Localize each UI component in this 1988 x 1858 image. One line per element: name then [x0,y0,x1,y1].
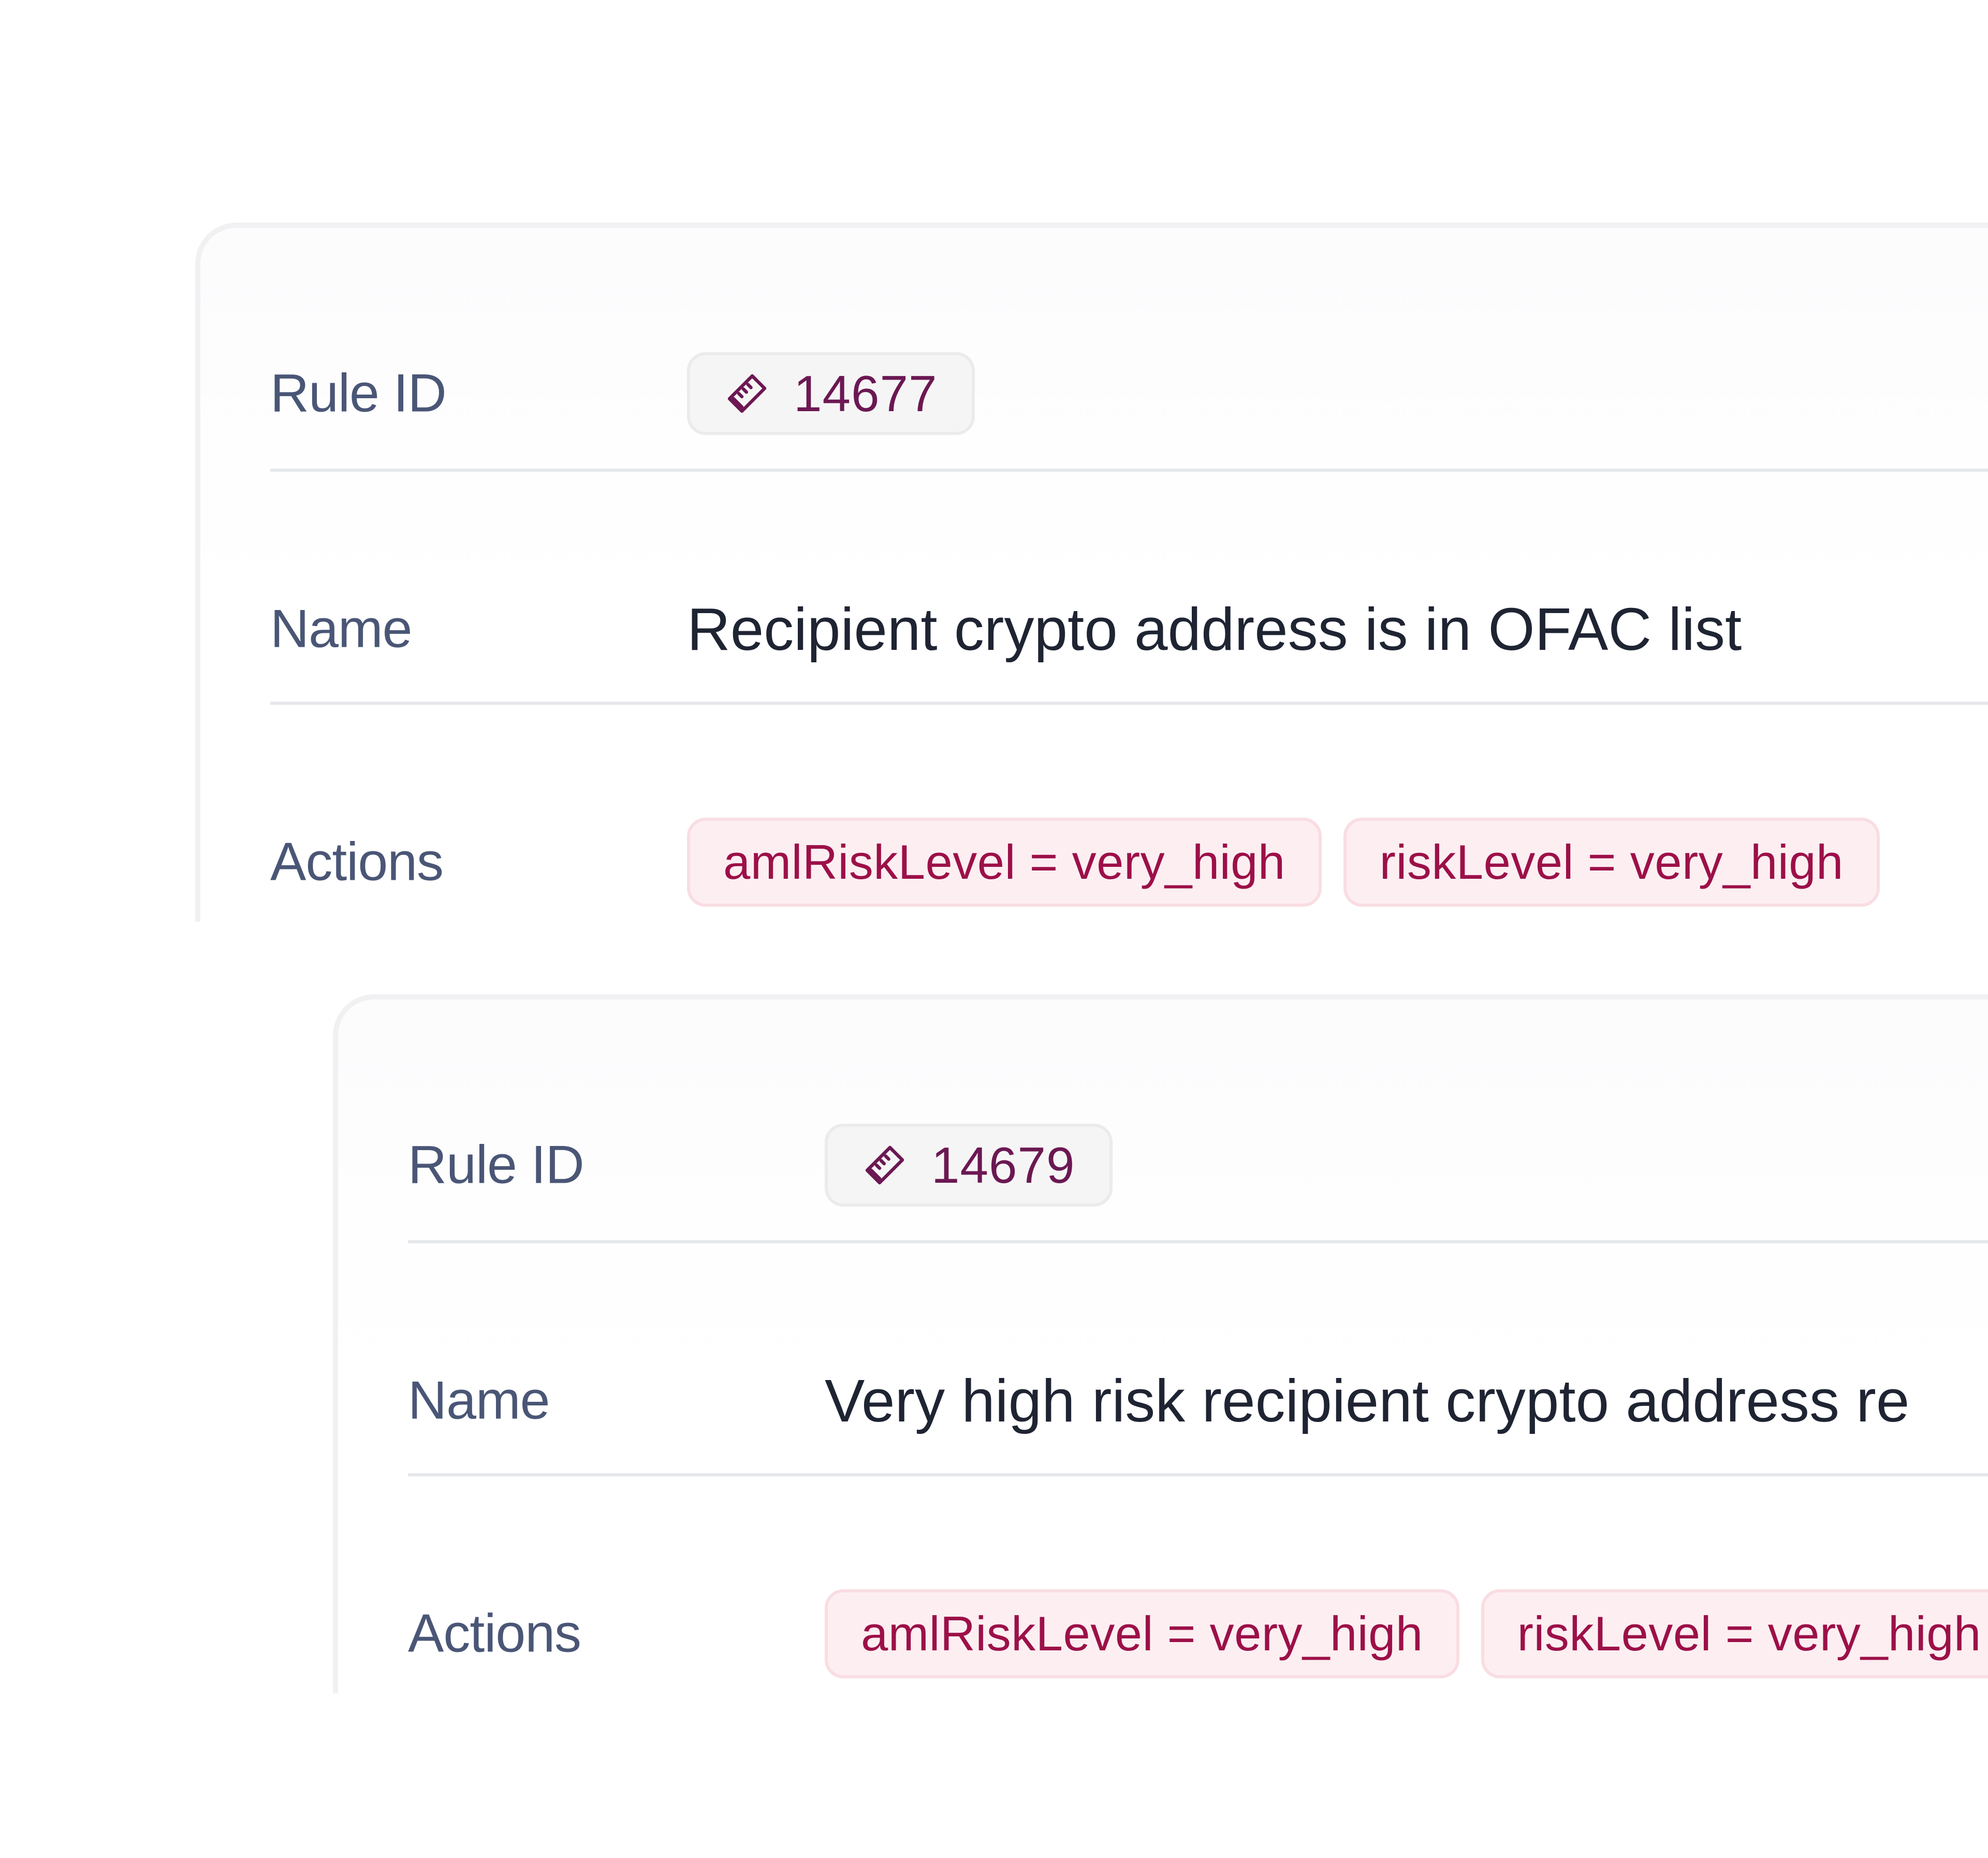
rule-actions-label: Actions [408,1603,581,1664]
rule-id-value: 14679 [825,1124,1113,1207]
rule-card: Rule ID 14677 Name Recipient crypto addr… [195,223,1988,922]
rule-id-value: 14677 [687,352,975,435]
rule-id-text: 14679 [931,1136,1075,1194]
action-chip-aml-risk-level[interactable]: amlRiskLevel = very_high [825,1589,1459,1678]
rule-actions-list: amlRiskLevel = very_high riskLevel = very… [687,818,1902,907]
rule-id-chip[interactable]: 14679 [825,1124,1113,1207]
rule-card: Rule ID 14679 Name Very high risk recipi… [333,994,1988,1693]
ticket-icon [865,1145,904,1185]
rule-name-row: Name Recipient crypto address is in OFAC… [270,541,1988,717]
rule-name-value: Very high risk recipient crypto address … [825,1367,1910,1434]
rule-name-label: Name [408,1370,550,1431]
divider [270,702,1988,705]
action-chip-risk-level[interactable]: riskLevel = very_high [1481,1589,1988,1678]
rule-name-row: Name Very high risk recipient crypto add… [408,1313,1988,1489]
divider [408,1240,1988,1243]
rule-id-label: Rule ID [408,1135,584,1195]
rule-name-value: Recipient crypto address is in OFAC list [687,596,1742,663]
action-chip-aml-risk-level[interactable]: amlRiskLevel = very_high [687,818,1322,907]
rule-name-label: Name [270,599,412,659]
rule-id-text: 14677 [794,365,938,422]
divider [408,1473,1988,1476]
rule-actions-label: Actions [270,832,444,892]
rule-id-label: Rule ID [270,363,447,424]
rule-id-chip[interactable]: 14677 [687,352,975,435]
action-chip-risk-level[interactable]: riskLevel = very_high [1343,818,1880,907]
rule-actions-row: Actions amlRiskLevel = very_high riskLeve… [270,774,1988,950]
rule-actions-list: amlRiskLevel = very_high riskLevel = very… [825,1589,1988,1678]
ticket-icon [727,374,767,413]
rule-id-row: Rule ID 14679 [408,1077,1988,1253]
rule-id-row: Rule ID 14677 [270,306,1988,482]
stage: Rule ID 14677 Name Recipient crypto addr… [0,0,1988,1858]
divider [270,469,1988,472]
rule-actions-row: Actions amlRiskLevel = very_high riskLeve… [408,1546,1988,1722]
